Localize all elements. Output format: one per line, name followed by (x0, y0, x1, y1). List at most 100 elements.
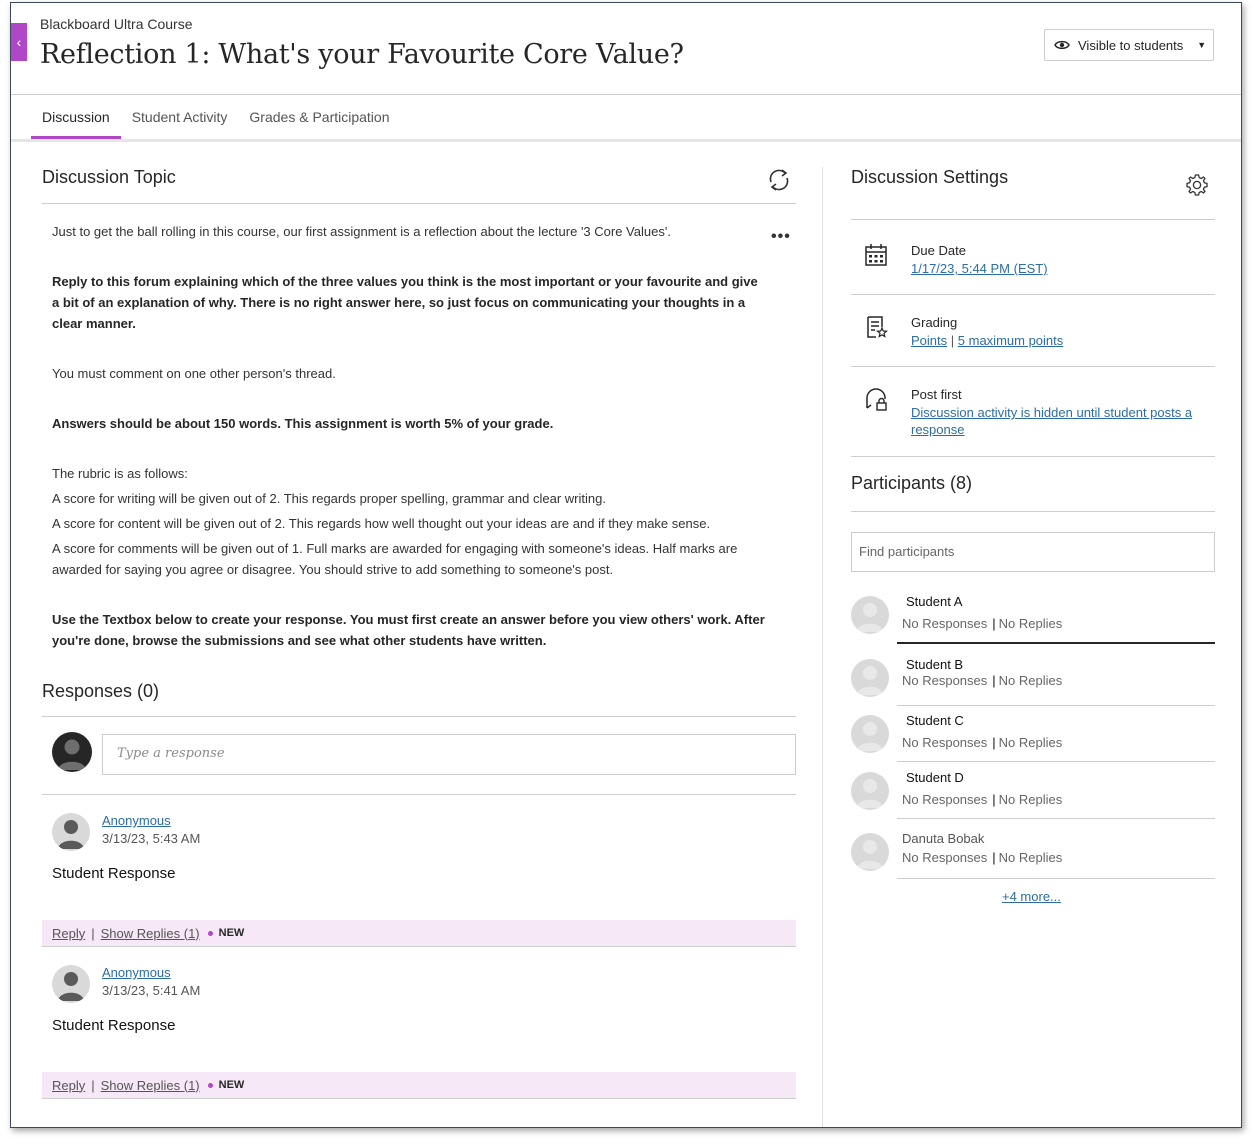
post-first-icon (866, 388, 887, 411)
user-icon (857, 666, 883, 695)
user-icon (857, 722, 883, 751)
participant-item[interactable]: Student C No Responses | No Replies (851, 713, 1215, 771)
setting-due-date: Due Date 1/17/23, 5:44 PM (EST) (851, 222, 1215, 295)
participant-divider (897, 818, 1215, 819)
more-options-icon[interactable]: ••• (771, 228, 791, 246)
separator: | (91, 1077, 95, 1093)
composer-divider (42, 794, 796, 795)
participant-divider (897, 705, 1215, 706)
participant-name: Student B (906, 657, 964, 672)
post-actions-bar: Reply | Show Replies (1) NEW (42, 1072, 796, 1099)
participant-divider (897, 878, 1215, 879)
grading-value: Points | 5 maximum points (911, 332, 1211, 349)
responses-header: Responses (0) (42, 681, 796, 717)
replies-count: No Replies (998, 673, 1063, 688)
max-points-link[interactable]: 5 maximum points (958, 333, 1063, 348)
topic-paragraph: The rubric is as follows: (52, 466, 188, 481)
calendar-icon (865, 244, 887, 266)
topic-paragraph: A score for comments will be given out o… (52, 541, 738, 577)
avatar (851, 772, 889, 810)
tab-bar: Discussion Student Activity Grades & Par… (31, 95, 401, 139)
participant-item[interactable]: Student D No Responses | No Replies (851, 770, 1215, 828)
settings-header: Discussion Settings (851, 167, 1215, 220)
setting-grading: Grading Points | 5 maximum points (851, 294, 1215, 367)
tab-student-activity[interactable]: Student Activity (121, 95, 239, 139)
new-dot-icon (207, 930, 213, 936)
user-icon (857, 779, 883, 808)
participant-item[interactable]: Student B No Responses | No Replies (851, 657, 1215, 715)
user-icon (58, 820, 84, 849)
replies-count: No Replies (998, 792, 1063, 807)
column-divider (822, 167, 823, 1127)
refresh-icon[interactable] (766, 167, 792, 193)
replies-count: No Replies (998, 616, 1063, 631)
visibility-label: Visible to students (1078, 37, 1184, 53)
response-input[interactable]: Type a response (102, 734, 796, 775)
avatar (52, 813, 90, 851)
topic-paragraph: Use the Textbox below to create your res… (52, 612, 765, 648)
avatar (851, 715, 889, 753)
topic-paragraph: Just to get the ball rolling in this cou… (52, 224, 671, 239)
separator: | (992, 850, 996, 865)
reply-link[interactable]: Reply (52, 926, 85, 941)
participant-divider (897, 761, 1215, 762)
new-badge: NEW (218, 927, 245, 939)
caret-down-icon: ▼ (1197, 40, 1207, 50)
post-author-link[interactable]: Anonymous (102, 813, 171, 828)
grading-type-link[interactable]: Points (911, 333, 947, 348)
topic-body: Just to get the ball rolling in this cou… (52, 221, 767, 651)
show-replies-link[interactable]: Show Replies (1) (101, 1078, 200, 1093)
replies-count: No Replies (998, 850, 1063, 865)
due-date-label: Due Date (911, 243, 966, 258)
show-replies-link[interactable]: Show Replies (1) (101, 926, 200, 941)
post-author-link[interactable]: Anonymous (102, 965, 171, 980)
topic-heading: Discussion Topic (42, 167, 176, 187)
topic-paragraph: A score for writing will be given out of… (52, 491, 606, 506)
user-icon (857, 603, 883, 632)
grading-label: Grading (911, 315, 958, 330)
separator: | (950, 333, 955, 348)
participants-heading: Participants (8) (851, 473, 973, 493)
post-first-link[interactable]: Discussion activity is hidden until stud… (911, 405, 1192, 437)
gear-icon[interactable] (1185, 173, 1209, 197)
separator: | (992, 673, 996, 688)
back-button[interactable]: ‹ (11, 23, 27, 61)
settings-heading: Discussion Settings (851, 167, 1009, 187)
user-icon (857, 840, 883, 869)
responses-heading: Responses (0) (42, 681, 160, 701)
avatar (851, 596, 889, 634)
tab-discussion[interactable]: Discussion (31, 95, 121, 139)
responses-count: No Responses (902, 616, 988, 631)
participant-item[interactable]: Student A No Responses | No Replies (851, 594, 1215, 652)
reply-link[interactable]: Reply (52, 1078, 85, 1093)
participant-divider (897, 642, 1215, 644)
more-participants-link[interactable]: +4 more... (1002, 889, 1061, 904)
due-date-value[interactable]: 1/17/23, 5:44 PM (EST) (911, 261, 1048, 276)
avatar (851, 833, 889, 871)
participant-name: Student C (906, 713, 964, 728)
separator: | (992, 616, 996, 631)
new-dot-icon (207, 1082, 213, 1088)
visibility-dropdown[interactable]: Visible to students ▼ (1044, 29, 1214, 61)
separator: | (91, 925, 95, 941)
avatar (851, 659, 889, 697)
topic-paragraph: You must comment on one other person's t… (52, 366, 336, 381)
post-text: Student Response (52, 1017, 176, 1034)
post-date: 3/13/23, 5:43 AM (102, 831, 201, 846)
course-name: Blackboard Ultra Course (40, 16, 193, 32)
find-participants-input[interactable]: Find participants (851, 532, 1215, 572)
tab-grades-participation[interactable]: Grades & Participation (238, 95, 400, 139)
response-composer: Type a response (52, 732, 796, 794)
responses-count: No Responses (902, 792, 988, 807)
avatar (52, 965, 90, 1003)
participant-stats: No Responses | No Replies (902, 735, 1062, 750)
participant-name: Student D (906, 770, 964, 785)
post-first-label: Post first (911, 387, 962, 402)
participant-item[interactable]: Danuta Bobak No Responses | No Replies (851, 831, 1215, 889)
page-title: Reflection 1: What's your Favourite Core… (40, 39, 684, 70)
participant-stats: No Responses | No Replies (902, 616, 1062, 631)
replies-count: No Replies (998, 735, 1063, 750)
eye-icon (1054, 40, 1070, 50)
due-date-link: 1/17/23, 5:44 PM (EST) (911, 260, 1211, 277)
participant-name: Student A (906, 594, 963, 609)
